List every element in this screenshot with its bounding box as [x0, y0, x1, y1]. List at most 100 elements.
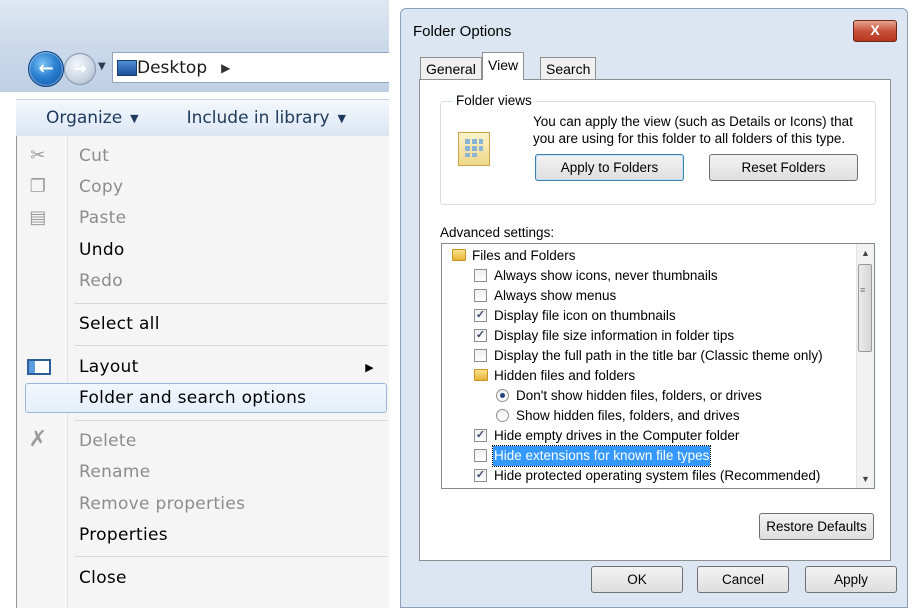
menu-item-rename[interactable]: Rename	[17, 457, 389, 487]
menu-item-redo[interactable]: Redo	[17, 266, 389, 296]
copy-icon: ❐	[29, 176, 47, 197]
navigation-bar: ← → ▼ Desktop ▶	[0, 0, 389, 92]
explorer-window: ← → ▼ Desktop ▶ Organize ▼ Include in li…	[0, 0, 389, 608]
breadcrumb-arrow-icon[interactable]: ▶	[221, 61, 230, 75]
advanced-settings-list[interactable]: Files and Folders Always show icons, neve…	[441, 243, 875, 489]
folder-views-icon	[458, 132, 490, 166]
radio-button[interactable]	[496, 409, 509, 422]
tab-view[interactable]: View	[482, 52, 525, 80]
submenu-arrow-icon: ▶	[365, 361, 374, 374]
menu-item-cut[interactable]: ✂ Cut	[17, 141, 389, 171]
menu-item-select-all[interactable]: Select all	[17, 309, 389, 339]
menu-item-label: Remove properties	[79, 494, 246, 514]
checkbox[interactable]: ✓	[474, 429, 487, 442]
menu-item-copy[interactable]: ❐ Copy	[17, 172, 389, 202]
advanced-setting-label: Hidden files and folders	[494, 368, 636, 383]
menu-item-label: Properties	[79, 525, 168, 545]
menu-separator	[75, 303, 387, 304]
ok-button[interactable]: OK	[591, 566, 683, 593]
folder-views-description: You can apply the view (such as Details …	[533, 114, 853, 146]
advanced-settings-label: Advanced settings:	[440, 225, 555, 240]
menu-item-label: Layout	[79, 357, 139, 377]
folder-options-dialog: Folder Options X General View Search Fol…	[400, 8, 908, 608]
checkbox[interactable]	[474, 349, 487, 362]
checkbox[interactable]: ✓	[474, 329, 487, 342]
menu-item-remove-properties[interactable]: Remove properties	[17, 489, 389, 519]
menu-item-label: Undo	[79, 240, 125, 260]
menu-item-label: Folder and search options	[79, 388, 307, 408]
advanced-setting-label: Always show menus	[494, 288, 617, 303]
organize-chevron-down-icon: ▼	[130, 111, 139, 125]
organize-menu: ✂ Cut ❐ Copy ▤ Paste Undo Redo Select al…	[16, 136, 389, 608]
checkbox[interactable]	[474, 289, 487, 302]
close-icon: X	[870, 22, 880, 38]
menu-separator	[75, 420, 387, 421]
close-button[interactable]: X	[853, 20, 897, 42]
organize-button[interactable]: Organize ▼	[16, 100, 153, 136]
delete-x-icon: ✗	[28, 427, 48, 452]
menu-item-layout[interactable]: Layout ▶	[17, 352, 389, 382]
cancel-button[interactable]: Cancel	[697, 566, 789, 593]
include-chevron-down-icon: ▼	[337, 111, 346, 125]
scroll-up-icon[interactable]: ▲	[861, 248, 870, 258]
menu-item-label: Copy	[79, 177, 124, 197]
reset-folders-button[interactable]: Reset Folders	[709, 154, 858, 181]
tab-general[interactable]: General	[420, 57, 482, 79]
address-field[interactable]: Desktop ▶	[112, 52, 389, 83]
menu-separator	[75, 345, 387, 346]
dialog-title: Folder Options	[413, 23, 512, 40]
desktop-icon	[117, 60, 137, 76]
clipboard-icon: ▤	[29, 207, 47, 228]
back-arrow-icon: ←	[38, 58, 54, 79]
radio-button[interactable]	[496, 389, 509, 402]
back-button[interactable]: ←	[28, 51, 64, 87]
checkbox[interactable]: ✓	[474, 469, 487, 482]
organize-label: Organize	[46, 108, 123, 128]
layout-icon	[27, 359, 51, 375]
menu-item-paste[interactable]: ▤ Paste	[17, 203, 389, 233]
checkbox[interactable]: ✓	[474, 309, 487, 322]
menu-item-label: Rename	[79, 462, 151, 482]
menu-item-close[interactable]: Close	[17, 563, 389, 593]
advanced-settings-scrollbar[interactable]: ▲ ≡ ▼	[856, 244, 874, 488]
menu-item-label: Close	[79, 568, 127, 588]
advanced-setting-label: Don't show hidden files, folders, or dri…	[516, 388, 762, 403]
advanced-setting-label: Hide extensions for known file types	[491, 445, 712, 467]
advanced-setting-label: Hide empty drives in the Computer folder	[494, 428, 740, 443]
advanced-setting-label: Show hidden files, folders, and drives	[516, 408, 740, 423]
include-in-library-button[interactable]: Include in library ▼	[153, 100, 360, 136]
apply-to-folders-button[interactable]: Apply to Folders	[535, 154, 684, 181]
view-tab-panel: Folder views You can apply the view (suc…	[419, 79, 891, 561]
menu-separator	[75, 556, 387, 557]
tab-search[interactable]: Search	[540, 57, 597, 79]
menu-item-undo[interactable]: Undo	[17, 235, 389, 265]
scroll-down-icon[interactable]: ▼	[861, 474, 870, 484]
advanced-setting-label: Files and Folders	[472, 248, 576, 263]
apply-button[interactable]: Apply	[805, 566, 897, 593]
menu-item-label: Paste	[79, 208, 127, 228]
advanced-setting-label: Display file icon on thumbnails	[494, 308, 676, 323]
forward-button[interactable]: →	[64, 53, 96, 85]
menu-item-label: Redo	[79, 271, 123, 291]
advanced-setting-label: Always show icons, never thumbnails	[494, 268, 718, 283]
folder-views-legend: Folder views	[453, 93, 535, 108]
advanced-setting-label: Display the full path in the title bar (…	[494, 348, 823, 363]
scrollbar-grip-icon: ≡	[860, 285, 866, 295]
address-location[interactable]: Desktop	[137, 58, 207, 78]
folder-icon	[474, 369, 488, 381]
restore-defaults-button[interactable]: Restore Defaults	[759, 513, 874, 540]
checkbox[interactable]	[474, 269, 487, 282]
menu-item-label: Select all	[79, 314, 160, 334]
menu-item-label: Delete	[79, 431, 137, 451]
menu-item-label: Cut	[79, 146, 110, 166]
include-in-library-label: Include in library	[186, 108, 330, 128]
recent-pages-chevron-icon[interactable]: ▼	[98, 61, 106, 72]
checkbox[interactable]	[474, 449, 487, 462]
menu-item-properties[interactable]: Properties	[17, 520, 389, 550]
menu-item-folder-and-search-options[interactable]: Folder and search options	[25, 383, 387, 413]
command-bar: Organize ▼ Include in library ▼	[16, 99, 389, 136]
scrollbar-thumb[interactable]	[858, 264, 872, 352]
folder-icon	[452, 249, 466, 261]
menu-item-delete[interactable]: ✗ Delete	[17, 426, 389, 456]
forward-arrow-icon: →	[73, 59, 87, 78]
